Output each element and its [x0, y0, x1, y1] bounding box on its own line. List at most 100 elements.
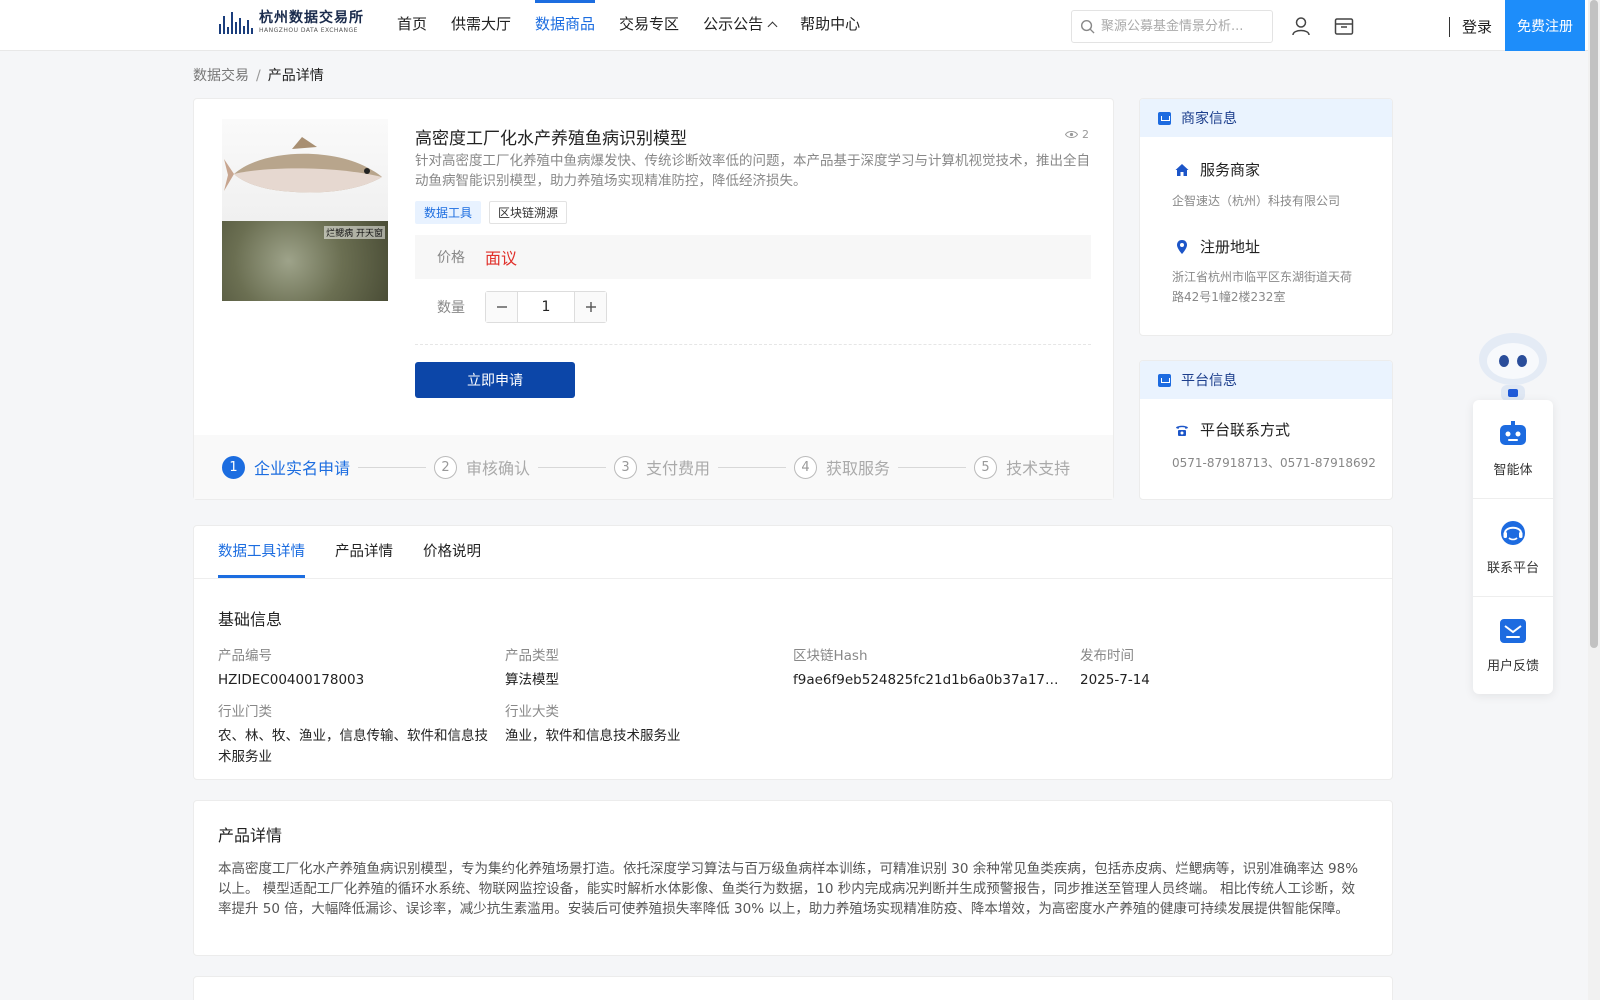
step-5: 5 技术支持 — [974, 455, 1070, 479]
location-pin-icon — [1177, 239, 1187, 254]
scrollbar-thumb[interactable] — [1590, 0, 1598, 648]
logo-cn-text: 杭州数据交易所 — [259, 10, 364, 26]
step-4-number: 4 — [794, 455, 818, 479]
address-label-row: 注册地址 — [1174, 236, 1260, 257]
phone-icon — [1176, 425, 1188, 436]
step-3-label: 支付费用 — [646, 459, 711, 478]
merchant-info-card: 商家信息 服务商家 企智速达（杭州）科技有限公司 注册地址 浙江省杭州市临平区东… — [1139, 98, 1393, 336]
tab-data-tool-details[interactable]: 数据工具详情 — [218, 526, 305, 578]
platform-info-title: 平台信息 — [1181, 373, 1237, 389]
step-4: 4 获取服务 — [794, 455, 890, 479]
logo-en-text: HANGZHOU DATA EXCHANGE — [259, 27, 358, 34]
float-feedback-label: 用户反馈 — [1486, 659, 1539, 674]
divider — [415, 344, 1091, 345]
tab-product-details[interactable]: 产品详情 — [335, 526, 393, 578]
field-blockchain-hash: 区块链Hash f9ae6f9eb524825fc21d1b6a0b37a177… — [793, 644, 1063, 691]
nav-trade-zone[interactable]: 交易专区 — [607, 0, 691, 50]
breadcrumb-separator: / — [256, 68, 261, 84]
platform-contact-value: 0571-87918713、0571-87918692 — [1172, 456, 1376, 470]
header-divider — [1449, 17, 1450, 37]
nav-announcements[interactable]: 公示公告 — [691, 0, 788, 50]
logo[interactable]: 杭州数据交易所 HANGZHOU DATA EXCHANGE — [219, 11, 364, 34]
platform-info-header: 平台信息 — [1140, 361, 1392, 399]
shop-icon[interactable] — [1333, 15, 1355, 37]
step-5-label: 技术支持 — [1006, 459, 1071, 478]
apply-button[interactable]: 立即申请 — [415, 362, 575, 398]
increment-button[interactable] — [575, 292, 606, 322]
field-label: 产品编号 — [218, 648, 272, 664]
field-value: 算法模型 — [505, 672, 559, 688]
page-scrollbar[interactable] — [1588, 0, 1600, 1000]
view-count-value: 2 — [1082, 128, 1089, 141]
float-contact-label: 联系平台 — [1486, 561, 1539, 576]
agent-icon — [1500, 421, 1526, 445]
decrement-button[interactable] — [486, 292, 517, 322]
register-button[interactable]: 免费注册 — [1505, 0, 1585, 51]
step-1: 1 企业实名申请 — [222, 455, 350, 479]
product-description: 针对高密度工厂化养殖中鱼病爆发快、传统诊断效率低的问题，本产品基于深度学习与计算… — [415, 153, 1090, 189]
product-detail-text: 本高密度工厂化水产养殖鱼病识别模型，专为集约化养殖场景打造。依托深度学习算法与百… — [218, 861, 1359, 917]
robot-assistant-icon[interactable] — [1473, 325, 1553, 405]
nav-supply-demand[interactable]: 供需大厅 — [439, 0, 523, 50]
field-label: 产品类型 — [505, 648, 559, 664]
nav-help[interactable]: 帮助中心 — [788, 0, 872, 50]
basic-info-title: 基础信息 — [218, 610, 283, 629]
search-input[interactable] — [1101, 19, 1271, 34]
chevron-up-icon — [767, 21, 778, 32]
step-connector — [718, 466, 787, 468]
nav-data-products[interactable]: 数据商品 — [523, 0, 607, 50]
field-label: 行业大类 — [505, 704, 559, 720]
tag-blockchain: 区块链溯源 — [489, 201, 568, 224]
step-1-label: 企业实名申请 — [254, 459, 351, 478]
field-value: 2025-7-14 — [1080, 672, 1150, 688]
step-2-number: 2 — [434, 455, 458, 479]
nav-announcements-label: 公示公告 — [703, 15, 764, 33]
product-image: 烂鳃病 开天窗 — [222, 119, 388, 301]
float-agent[interactable]: 智能体 — [1473, 400, 1553, 497]
next-section-card — [193, 976, 1393, 1000]
quantity-input[interactable]: 1 — [517, 292, 575, 322]
price-value: 面议 — [485, 249, 518, 268]
quantity-label: 数量 — [437, 300, 465, 316]
field-value: f9ae6f9eb524825fc21d1b6a0b37a177ba8... — [793, 672, 1063, 688]
float-agent-label: 智能体 — [1493, 463, 1533, 478]
field-industry-category: 行业门类 农、林、牧、渔业，信息传输、软件和信息技术服务业 — [218, 700, 488, 768]
fish-image-icon — [224, 137, 382, 193]
service-merchant-value: 企智速达（杭州）科技有限公司 — [1172, 194, 1341, 208]
detail-tabs: 数据工具详情 产品详情 价格说明 — [218, 526, 481, 578]
step-5-number: 5 — [974, 455, 998, 479]
eye-icon — [1065, 131, 1078, 138]
step-2: 2 审核确认 — [434, 455, 530, 479]
platform-info-card: 平台信息 平台联系方式 0571-87918713、0571-87918692 — [1139, 360, 1393, 500]
nav-home[interactable]: 首页 — [385, 0, 439, 50]
product-title: 高密度工厂化水产养殖鱼病识别模型 — [415, 129, 687, 149]
minus-icon — [496, 306, 507, 308]
search-box[interactable] — [1071, 10, 1273, 43]
login-link[interactable]: 登录 — [1462, 16, 1492, 37]
field-industry-major: 行业大类 渔业，软件和信息技术服务业 — [505, 700, 775, 747]
platform-contact-label: 平台联系方式 — [1200, 421, 1291, 439]
step-4-label: 获取服务 — [826, 459, 891, 478]
main-nav: 首页 供需大厅 数据商品 交易专区 公示公告 帮助中心 — [385, 0, 872, 50]
tabs-divider — [194, 578, 1392, 579]
merchant-info-header: 商家信息 — [1140, 99, 1392, 137]
user-icon[interactable] — [1290, 15, 1312, 37]
quantity-row: 数量 1 — [415, 291, 607, 323]
breadcrumb-root[interactable]: 数据交易 — [193, 68, 249, 84]
float-contact[interactable]: 联系平台 — [1473, 498, 1553, 595]
platform-contact-label-row: 平台联系方式 — [1174, 419, 1290, 440]
float-feedback[interactable]: 用户反馈 — [1473, 596, 1553, 693]
step-connector — [538, 466, 607, 468]
tag-data-tool: 数据工具 — [415, 201, 482, 224]
product-tags: 数据工具 区块链溯源 — [415, 201, 568, 224]
service-merchant-label: 服务商家 — [1200, 161, 1261, 179]
step-1-number: 1 — [222, 455, 245, 479]
price-row: 价格 面议 — [415, 235, 1091, 279]
info-card: 数据工具详情 产品详情 价格说明 基础信息 产品编号 HZIDEC0040017… — [193, 525, 1393, 780]
field-label: 发布时间 — [1080, 648, 1134, 664]
merchant-info-title: 商家信息 — [1181, 111, 1237, 127]
step-connector — [898, 466, 967, 468]
field-value: HZIDEC00400178003 — [218, 672, 365, 688]
headset-icon — [1501, 521, 1525, 545]
tab-price-description[interactable]: 价格说明 — [423, 526, 481, 578]
